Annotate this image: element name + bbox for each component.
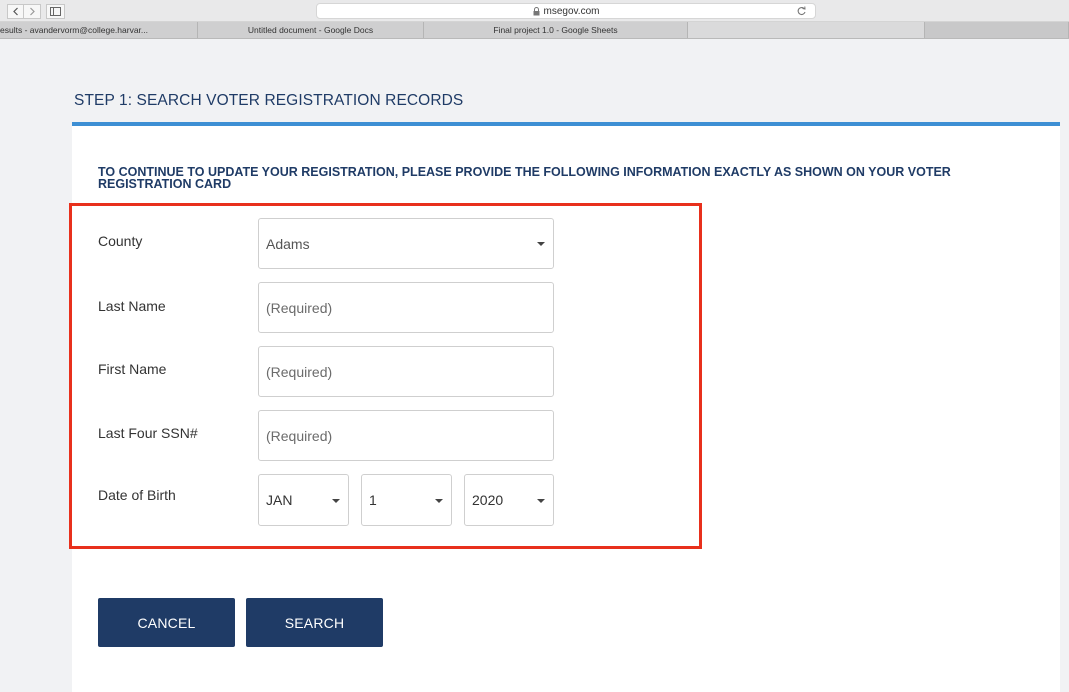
tab-3[interactable]: Final project 1.0 - Google Sheets — [424, 22, 688, 38]
sidebar-icon — [50, 7, 61, 16]
county-value: Adams — [266, 235, 310, 252]
chevron-down-icon — [435, 499, 443, 503]
dob-year-value: 2020 — [472, 492, 504, 508]
nav-buttons — [7, 4, 41, 19]
lock-icon — [533, 6, 540, 15]
chevron-right-icon — [30, 7, 35, 16]
ssn-label: Last Four SSN# — [98, 425, 198, 441]
tab-2[interactable]: Untitled document - Google Docs — [198, 22, 424, 38]
dob-day-value: 1 — [369, 492, 377, 508]
cancel-button[interactable]: CANCEL — [98, 598, 235, 647]
dob-year-select[interactable]: 2020 — [464, 474, 554, 526]
page-title: STEP 1: SEARCH VOTER REGISTRATION RECORD… — [74, 92, 464, 109]
instructions-text: TO CONTINUE TO UPDATE YOUR REGISTRATION,… — [98, 165, 951, 191]
search-button[interactable]: SEARCH — [246, 598, 383, 647]
forward-button[interactable] — [24, 4, 41, 19]
sidebar-toggle-button[interactable] — [46, 4, 65, 19]
tab-bar: esults - avandervorm@college.harvar... U… — [0, 22, 1069, 39]
first-name-label: First Name — [98, 361, 167, 377]
tab-5[interactable] — [925, 22, 1069, 38]
dob-label: Date of Birth — [98, 487, 176, 503]
last-name-label: Last Name — [98, 298, 166, 314]
chevron-down-icon — [537, 242, 545, 246]
reload-icon[interactable] — [796, 5, 807, 17]
dob-month-select[interactable]: JAN — [258, 474, 349, 526]
tab-4[interactable] — [688, 22, 925, 38]
chevron-down-icon — [537, 499, 545, 503]
address-bar[interactable]: msegov.com — [316, 3, 816, 19]
dob-day-select[interactable]: 1 — [361, 474, 452, 526]
first-name-input[interactable]: (Required) — [258, 346, 554, 397]
county-label: County — [98, 233, 143, 249]
url-text: msegov.com — [543, 5, 600, 17]
browser-toolbar: msegov.com — [0, 0, 1069, 22]
county-select[interactable]: Adams — [258, 218, 554, 269]
chevron-left-icon — [12, 7, 18, 16]
dob-month-value: JAN — [266, 492, 293, 508]
chevron-down-icon — [332, 499, 340, 503]
last-name-input[interactable]: (Required) — [258, 282, 554, 333]
tab-1[interactable]: esults - avandervorm@college.harvar... — [0, 22, 198, 38]
back-button[interactable] — [7, 4, 24, 19]
ssn-input[interactable]: (Required) — [258, 410, 554, 461]
page: STEP 1: SEARCH VOTER REGISTRATION RECORD… — [0, 40, 1069, 692]
